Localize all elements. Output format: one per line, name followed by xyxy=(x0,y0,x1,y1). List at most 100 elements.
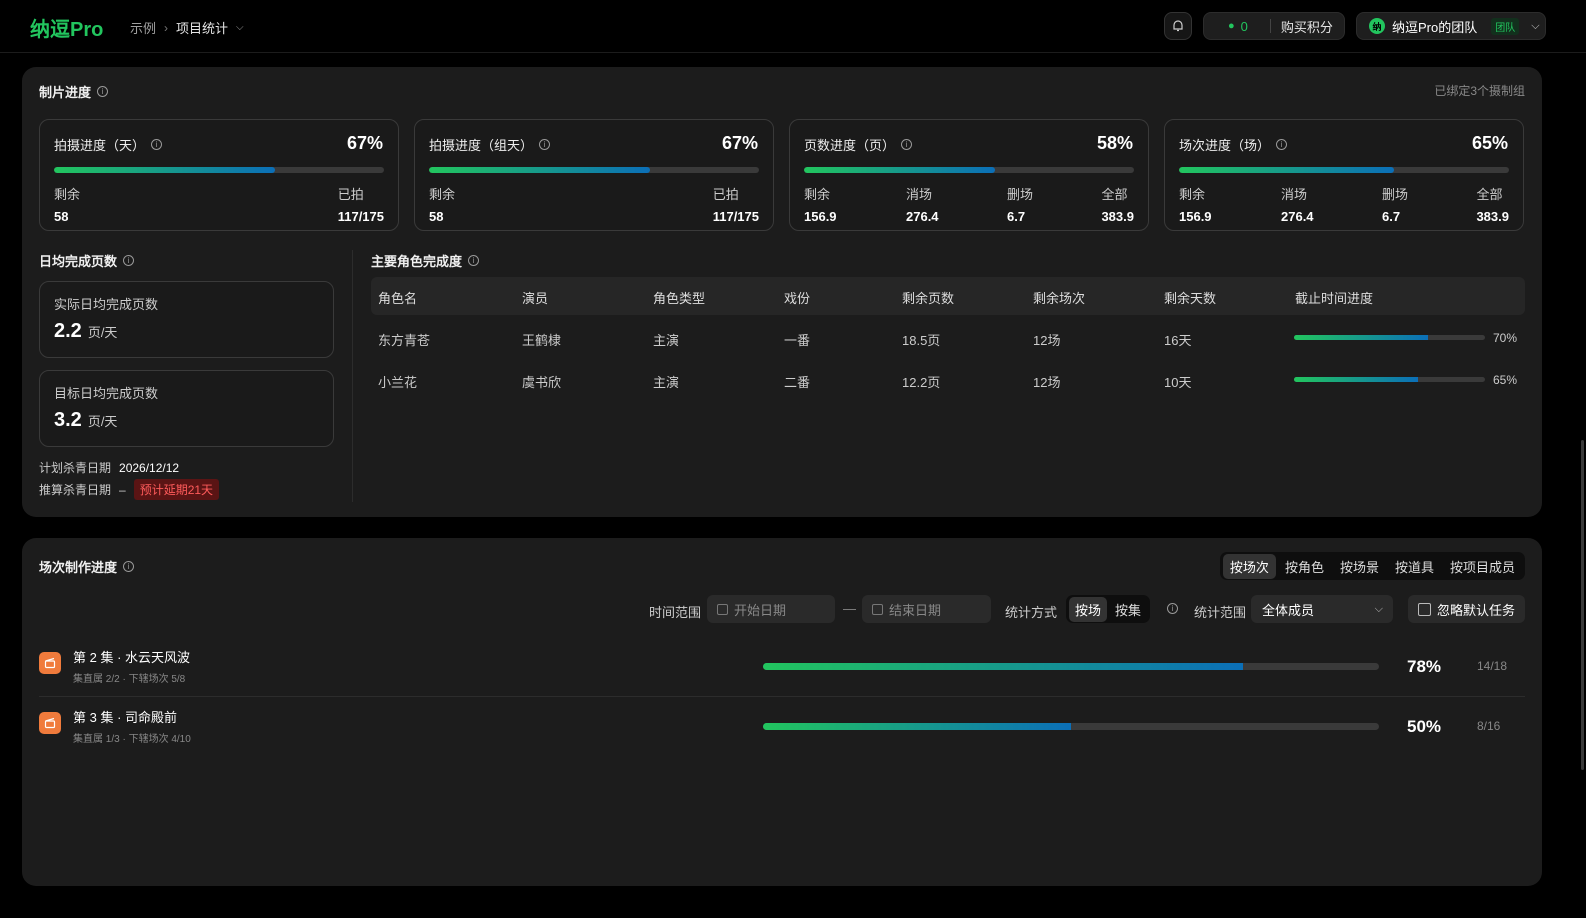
scrollbar[interactable] xyxy=(1581,440,1584,770)
stat-scope-label: 统计范围 xyxy=(1194,605,1247,620)
tab-by-prop[interactable]: 按道具 xyxy=(1388,554,1441,579)
column-header[interactable]: 戏份 xyxy=(784,288,810,307)
card-percent: 67% xyxy=(346,133,383,153)
episode-title: 第 3 集 · 司命殿前 xyxy=(73,710,178,725)
column-header[interactable]: 截止时间进度 xyxy=(1295,288,1373,307)
episode-count: 8/16 xyxy=(1477,719,1501,733)
card-title: 场次进度（场） xyxy=(1179,138,1271,153)
info-icon[interactable]: i xyxy=(1167,603,1178,614)
stat-scope-value: 全体成员 xyxy=(1262,602,1315,618)
cell-remaining-days: 16天 xyxy=(1164,333,1192,348)
stat-label: 消场 xyxy=(906,187,933,202)
clapperboard-icon xyxy=(39,712,61,734)
stat-remaining: 剩余 58 xyxy=(429,184,455,224)
tab-by-member[interactable]: 按项目成员 xyxy=(1443,554,1522,579)
stat-method-toggle: 按场 按集 xyxy=(1066,595,1151,623)
card-percent: 58% xyxy=(1096,133,1133,153)
end-date-input[interactable]: 结束日期 xyxy=(862,595,991,623)
stat-label: 剩余 xyxy=(54,187,81,202)
cell-remaining-pages: 18.5页 xyxy=(902,333,941,348)
top-bar: 纳逗Pro 示例 › 项目统计 ⌵ ● 0 购买积分 纳 纳逗Pro的团队 团队… xyxy=(0,0,1586,53)
scene-production-panel: 场次制作进度 i 按场次 按角色 按场景 按道具 按项目成员 时间范围 开始日期… xyxy=(22,538,1542,886)
production-title: 制片进度 xyxy=(39,85,92,100)
ignore-default-tasks-checkbox[interactable]: 忽略默认任务 xyxy=(1408,595,1525,623)
progress-bar xyxy=(1179,167,1509,173)
info-icon[interactable]: i xyxy=(1276,139,1288,150)
progress-fill xyxy=(763,723,1071,730)
cell-actor: 虞书欣 xyxy=(522,375,562,390)
stat-value: 383.9 xyxy=(1476,209,1509,224)
info-icon[interactable]: i xyxy=(97,86,109,97)
planned-wrap-row: 计划杀青日期 2026/12/12 xyxy=(39,459,179,476)
progress-card: 拍摄进度（组天） i 67% 剩余 58 已拍 117/175 xyxy=(414,119,774,231)
tab-by-scene[interactable]: 按场次 xyxy=(1222,553,1276,579)
team-switcher[interactable]: 纳 纳逗Pro的团队 团队 ⌵ xyxy=(1356,12,1546,40)
start-date-input[interactable]: 开始日期 xyxy=(707,595,835,623)
info-icon[interactable]: i xyxy=(123,561,135,572)
calendar-icon xyxy=(717,603,728,615)
stat-value: 6.7 xyxy=(1382,209,1401,224)
progress-fill xyxy=(1179,167,1394,173)
unit: 页/天 xyxy=(87,325,118,340)
roles-title: 主要角色完成度 i xyxy=(371,251,480,270)
breadcrumb-project-stats[interactable]: 项目统计 xyxy=(176,18,228,37)
method-by-scene[interactable]: 按场 xyxy=(1069,596,1108,622)
column-header[interactable]: 角色名 xyxy=(378,288,417,307)
column-header[interactable]: 角色类型 xyxy=(653,288,705,307)
daily-title-text: 日均完成页数 xyxy=(39,254,118,269)
info-icon[interactable]: i xyxy=(123,255,135,266)
progress-fill xyxy=(1294,377,1419,382)
app-logo[interactable]: 纳逗Pro xyxy=(30,13,103,42)
progress-fill xyxy=(54,167,276,173)
filter-bar: 时间范围 开始日期 — 结束日期 统计方式 按场 按集 i 统计范围 全体成员 … xyxy=(22,595,1542,623)
progress-fill xyxy=(429,167,651,173)
buy-points-button[interactable]: 购买积分 xyxy=(1281,17,1333,36)
progress-bar xyxy=(54,167,384,173)
stat-scope-select[interactable]: 全体成员 ⌵ xyxy=(1251,595,1393,623)
episode-count: 14/18 xyxy=(1477,659,1508,673)
stat-deleted: 删场 6.7 xyxy=(1007,184,1033,224)
chevron-down-icon: ⌵ xyxy=(1374,602,1383,615)
method-by-episode[interactable]: 按集 xyxy=(1109,597,1147,622)
chevron-down-icon: ⌵ xyxy=(1531,19,1540,32)
chevron-down-icon[interactable]: ⌵ xyxy=(236,22,244,33)
breadcrumb-separator: › xyxy=(164,20,169,35)
column-header[interactable]: 剩余页数 xyxy=(902,288,954,307)
ignore-default-label: 忽略默认任务 xyxy=(1437,602,1516,618)
cell-remaining-scenes: 12场 xyxy=(1033,375,1061,390)
stat-label: 剩余 xyxy=(1179,187,1206,202)
episode-percent: 50% xyxy=(1407,717,1442,736)
info-icon[interactable]: i xyxy=(468,255,480,266)
card-title: 拍摄进度（天） xyxy=(54,138,146,153)
cell-role-name: 小兰花 xyxy=(378,375,418,390)
stat-value: 117/175 xyxy=(712,209,759,224)
list-item[interactable]: 第 2 集 · 水云天风波 集直属 2/2 · 下辖场次 5/8 78% 14/… xyxy=(39,638,1525,696)
column-header[interactable]: 演员 xyxy=(522,288,548,307)
info-icon[interactable]: i xyxy=(901,139,913,150)
deadline-progress-percent: 65% xyxy=(1493,373,1518,387)
start-date-placeholder: 开始日期 xyxy=(734,602,787,618)
column-header[interactable]: 剩余场次 xyxy=(1033,288,1085,307)
stat-value: 383.9 xyxy=(1101,209,1134,224)
episode-progress-bar xyxy=(763,663,1379,670)
tab-by-role[interactable]: 按角色 xyxy=(1278,554,1331,579)
stat-value: 156.9 xyxy=(804,209,837,224)
end-date-placeholder: 结束日期 xyxy=(889,602,942,618)
info-icon[interactable]: i xyxy=(539,139,551,150)
list-item[interactable]: 第 3 集 · 司命殿前 集直属 1/3 · 下辖场次 4/10 50% 8/1… xyxy=(39,698,1525,756)
team-name: 纳逗Pro的团队 xyxy=(1392,19,1478,35)
tab-by-location[interactable]: 按场景 xyxy=(1333,554,1386,579)
stat-value: 276.4 xyxy=(906,209,939,224)
breadcrumb-example[interactable]: 示例 xyxy=(130,18,156,37)
deadline-progress-bar xyxy=(1294,377,1485,382)
team-badge: 团队 xyxy=(1491,17,1520,35)
stat-remaining: 剩余 58 xyxy=(54,184,80,224)
progress-bar xyxy=(804,167,1134,173)
cell-remaining-days: 10天 xyxy=(1164,375,1192,390)
points-widget[interactable]: ● 0 购买积分 xyxy=(1203,12,1345,40)
info-icon[interactable]: i xyxy=(151,139,163,150)
notification-button[interactable] xyxy=(1164,12,1192,40)
section-title: 场次制作进度 i xyxy=(39,557,135,576)
column-header[interactable]: 剩余天数 xyxy=(1164,288,1216,307)
card-title: 页数进度（页） xyxy=(804,138,896,153)
